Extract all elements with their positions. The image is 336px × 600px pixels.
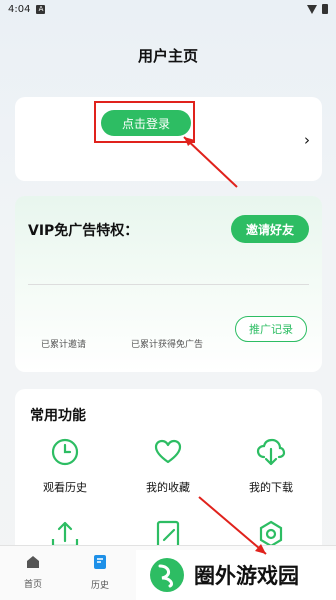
home-icon	[27, 556, 39, 568]
wifi-icon	[307, 4, 317, 14]
cloud-download-icon	[256, 438, 286, 466]
stat-adfree-label: 已累计获得免广告	[131, 340, 204, 350]
function-label: 我的下载	[249, 481, 293, 494]
chevron-right-icon[interactable]: ›	[304, 131, 310, 149]
common-functions-card: 常用功能 观看历史 我的收藏 我的下载	[15, 389, 322, 559]
divider	[28, 284, 309, 285]
stat-invited-label: 已累计邀请	[41, 340, 87, 350]
notification-icon: A	[36, 4, 46, 14]
login-button[interactable]: 点击登录	[101, 110, 191, 136]
status-icons	[307, 4, 328, 14]
tab-history[interactable]: 历史	[80, 554, 120, 591]
watermark-logo-icon	[150, 558, 184, 592]
function-downloads[interactable]: 我的下载	[231, 437, 311, 495]
status-time: 4:04	[8, 3, 31, 15]
history-icon	[94, 555, 106, 569]
function-label: 我的收藏	[146, 481, 190, 494]
heart-icon	[154, 439, 182, 464]
vip-card: VIP免广告特权： 邀请好友 推广记录 已累计邀请 已累计获得免广告	[15, 196, 322, 372]
watermark: 圈外游戏园	[136, 550, 336, 600]
watermark-text: 圈外游戏园	[194, 564, 299, 588]
clock-icon	[51, 438, 79, 466]
function-favorites[interactable]: 我的收藏	[128, 437, 208, 495]
tab-history-label: 历史	[90, 581, 109, 591]
function-watch-history[interactable]: 观看历史	[25, 437, 105, 495]
vip-title: VIP免广告特权：	[28, 223, 139, 239]
tab-home[interactable]: 首页	[13, 554, 53, 590]
login-card[interactable]: 点击登录 ›	[15, 97, 322, 181]
status-bar: 4:04 A	[0, 0, 336, 18]
battery-icon	[322, 4, 328, 14]
function-label: 观看历史	[43, 481, 87, 494]
tab-home-label: 首页	[23, 580, 42, 590]
functions-title: 常用功能	[30, 408, 86, 424]
page-title: 用户主页	[137, 47, 198, 65]
promotion-record-button[interactable]: 推广记录	[235, 316, 307, 342]
invite-friends-button[interactable]: 邀请好友	[231, 215, 309, 243]
